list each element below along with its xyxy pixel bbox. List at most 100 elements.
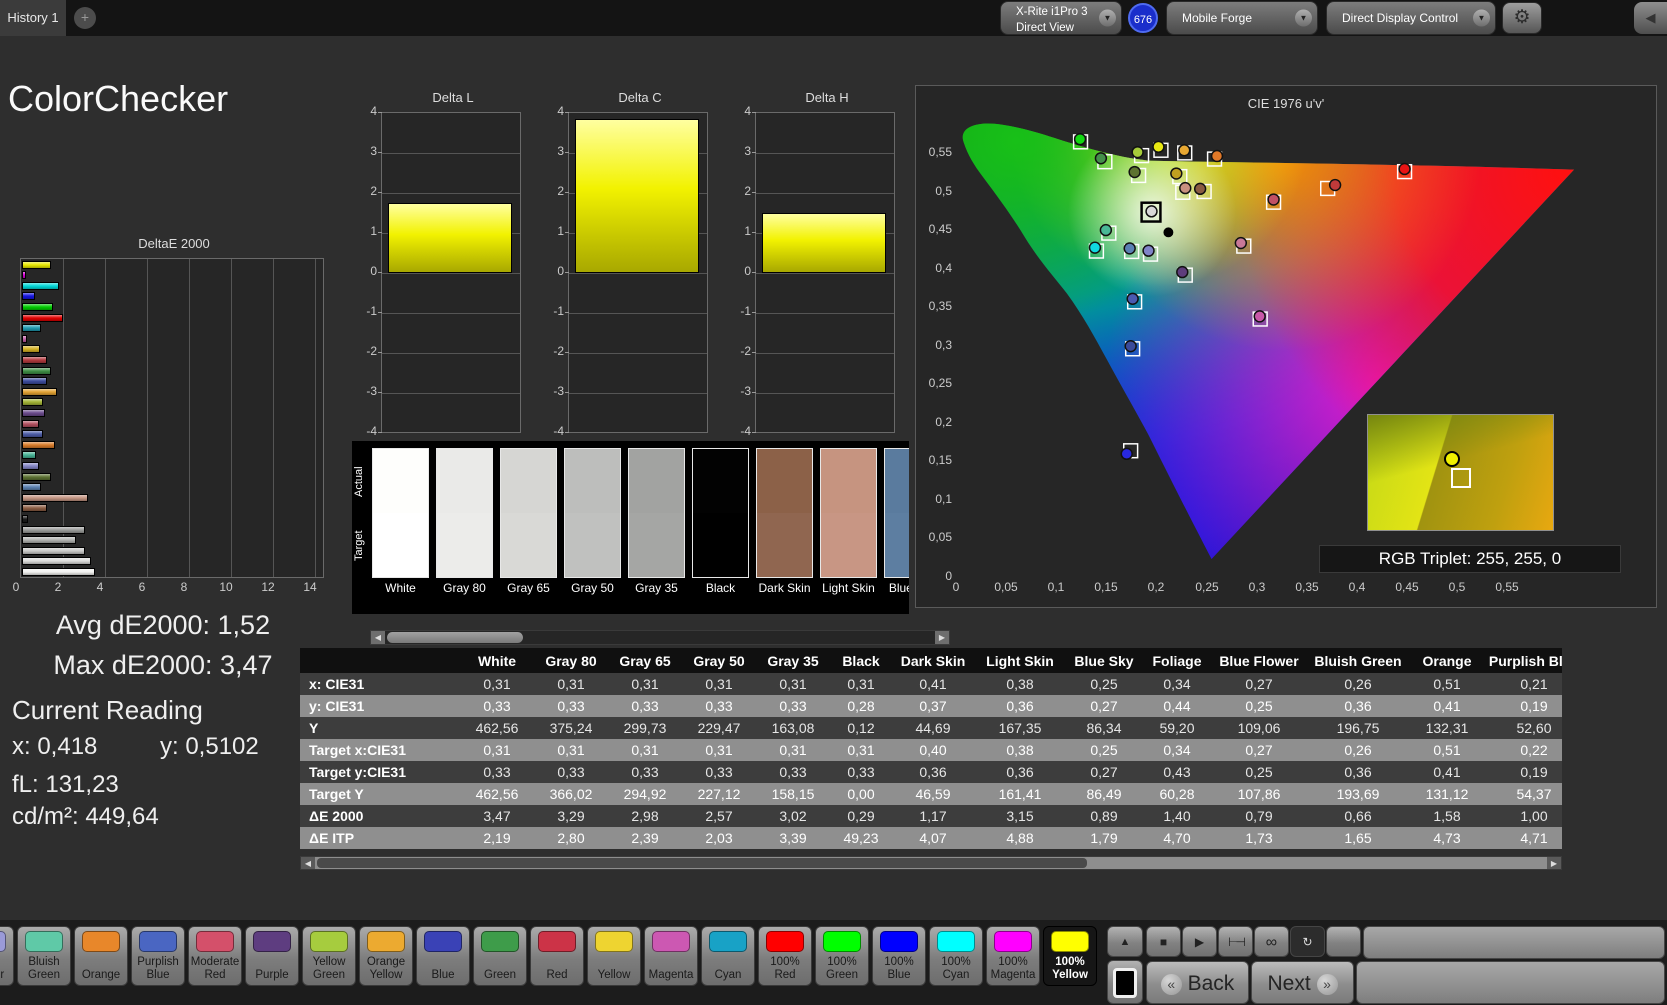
gridline bbox=[569, 393, 707, 394]
patch-button-bluish-green[interactable]: Bluish Green bbox=[17, 926, 71, 986]
source-label: Mobile Forge bbox=[1182, 2, 1291, 34]
scroll-right-icon[interactable]: ▶ bbox=[935, 631, 949, 644]
actual-orange-yellow bbox=[1179, 145, 1190, 156]
table-cell: 0,36 bbox=[974, 761, 1066, 783]
swatch-target bbox=[501, 513, 556, 577]
y-tick-label: 1 bbox=[729, 224, 751, 238]
scroll-left-icon[interactable]: ◀ bbox=[301, 857, 315, 869]
swatch-scrollbar[interactable]: ◀ ▶ bbox=[370, 630, 950, 645]
scrollbar-thumb[interactable] bbox=[317, 858, 1087, 868]
de2000-bar-black bbox=[22, 515, 28, 523]
actual-purplish-blue bbox=[1127, 293, 1138, 304]
meter-dropdown[interactable]: X-Rite i1Pro 3 Direct View ▼ bbox=[1000, 1, 1122, 35]
swatch-white: White bbox=[372, 448, 429, 595]
y-tick-label: -3 bbox=[729, 384, 751, 398]
swatch-target bbox=[565, 513, 620, 577]
patch-button-100-yellow[interactable]: 100% Yellow bbox=[1043, 926, 1097, 986]
patch-button-yellow[interactable]: Yellow bbox=[587, 926, 641, 986]
patch-button-100-green[interactable]: 100% Green bbox=[815, 926, 869, 986]
de2000-bar-orange-yellow bbox=[22, 388, 57, 396]
display-control-dropdown[interactable]: Direct Display Control ▼ bbox=[1326, 1, 1496, 35]
patch-label: Yellow bbox=[588, 969, 640, 982]
patch-button-purple[interactable]: Purple bbox=[245, 926, 299, 986]
swatch-name: Gray 35 bbox=[628, 581, 685, 595]
actual-white-point bbox=[1146, 206, 1157, 217]
patch-button-cyan[interactable]: Cyan bbox=[701, 926, 755, 986]
scroll-right-icon[interactable]: ▶ bbox=[1547, 857, 1561, 869]
play-button[interactable]: ▶ bbox=[1182, 926, 1217, 957]
patch-button-blue[interactable]: Blue bbox=[416, 926, 470, 986]
table-cell: 0,34 bbox=[1142, 673, 1212, 695]
table-cell: 0,00 bbox=[830, 783, 892, 805]
de2000-bar-gray-50 bbox=[22, 536, 76, 544]
stop-button[interactable]: ■ bbox=[1146, 926, 1181, 957]
patch-button-100-magenta[interactable]: 100% Magenta bbox=[986, 926, 1040, 986]
step-button[interactable]: ⊢⊣ bbox=[1218, 926, 1253, 957]
patch-button-magenta[interactable]: Magenta bbox=[644, 926, 698, 986]
blank-button[interactable] bbox=[1326, 926, 1361, 957]
scroll-left-icon[interactable]: ◀ bbox=[371, 631, 385, 644]
y-tick-label: -3 bbox=[355, 384, 377, 398]
table-cell: 4,73 bbox=[1410, 827, 1484, 849]
table-cell: 0,37 bbox=[892, 695, 974, 717]
cie-x-tick: 0,35 bbox=[1289, 580, 1325, 594]
patch-button-blue-flower[interactable]: Blue Flower bbox=[0, 926, 14, 986]
table-cell: 0,40 bbox=[892, 739, 974, 761]
swatch-actual bbox=[757, 449, 812, 513]
patch-button-red[interactable]: Red bbox=[530, 926, 584, 986]
loop-button[interactable]: ∞ bbox=[1254, 926, 1289, 957]
back-button[interactable]: « Back bbox=[1146, 961, 1249, 1004]
add-tab-button[interactable]: + bbox=[74, 7, 96, 29]
patch-button-yellow-green[interactable]: Yellow Green bbox=[302, 926, 356, 986]
patch-button-orange[interactable]: Orange bbox=[74, 926, 128, 986]
settings-button[interactable]: ⚙ bbox=[1502, 2, 1542, 34]
de2000-plot-area bbox=[20, 258, 324, 578]
scroll-up-button[interactable]: ▲ bbox=[1107, 926, 1143, 957]
patch-button-100-blue[interactable]: 100% Blue bbox=[872, 926, 926, 986]
table-cell: 0,33 bbox=[460, 695, 534, 717]
table-scrollbar[interactable]: ◀ ▶ bbox=[300, 856, 1562, 870]
delta-h-title: Delta H bbox=[741, 90, 913, 105]
table-cell: 2,80 bbox=[534, 827, 608, 849]
meter-count-badge[interactable]: 676 bbox=[1128, 3, 1158, 33]
patch-label: 100% Cyan bbox=[930, 956, 982, 982]
patch-button-green[interactable]: Green bbox=[473, 926, 527, 986]
patch-button-orange-yellow[interactable]: Orange Yellow bbox=[359, 926, 413, 986]
source-dropdown[interactable]: Mobile Forge ▼ bbox=[1166, 1, 1318, 35]
swatch-name: Blue Sky bbox=[884, 581, 909, 595]
patch-window-button[interactable] bbox=[1107, 960, 1143, 1004]
gridline bbox=[105, 259, 106, 577]
table-cell: 0,38 bbox=[974, 673, 1066, 695]
patch-swatch bbox=[424, 931, 462, 952]
patch-label: Purple bbox=[246, 969, 298, 982]
patch-label: Blue Flower bbox=[0, 956, 13, 982]
tick-mark bbox=[378, 392, 382, 393]
table-cell: 196,75 bbox=[1306, 717, 1410, 739]
table-cell: 0,27 bbox=[1066, 761, 1142, 783]
column-header-Gray 65: Gray 65 bbox=[608, 648, 682, 673]
de2000-bar-light-skin bbox=[22, 494, 88, 502]
patch-button-purplish-blue[interactable]: Purplish Blue bbox=[131, 926, 185, 986]
gridline bbox=[569, 313, 707, 314]
actual-blue bbox=[1125, 341, 1136, 352]
cie-y-tick: 0,15 bbox=[918, 453, 952, 467]
patch-button-100-cyan[interactable]: 100% Cyan bbox=[929, 926, 983, 986]
refresh-button[interactable]: ↻ bbox=[1290, 926, 1325, 957]
swatch-actual bbox=[629, 449, 684, 513]
table-cell: 3,39 bbox=[756, 827, 830, 849]
y-tick-label: 0 bbox=[542, 264, 564, 278]
tab-history-1[interactable]: History 1 bbox=[0, 0, 66, 36]
table-cell: 0,41 bbox=[892, 673, 974, 695]
next-button[interactable]: Next » bbox=[1251, 961, 1354, 1004]
collapse-panel-button[interactable]: ◀ bbox=[1634, 2, 1667, 34]
patch-button-100-red[interactable]: 100% Red bbox=[758, 926, 812, 986]
table-cell: 49,23 bbox=[830, 827, 892, 849]
meter-line2: Direct View bbox=[1016, 22, 1074, 34]
tick-mark bbox=[752, 392, 756, 393]
actual-yellow bbox=[1171, 168, 1182, 179]
scrollbar-thumb[interactable] bbox=[387, 632, 523, 643]
marker-current-reading bbox=[1163, 227, 1173, 237]
patch-button-moderate-red[interactable]: Moderate Red bbox=[188, 926, 242, 986]
patch-label: Moderate Red bbox=[189, 956, 241, 982]
patch-swatch bbox=[310, 931, 348, 952]
